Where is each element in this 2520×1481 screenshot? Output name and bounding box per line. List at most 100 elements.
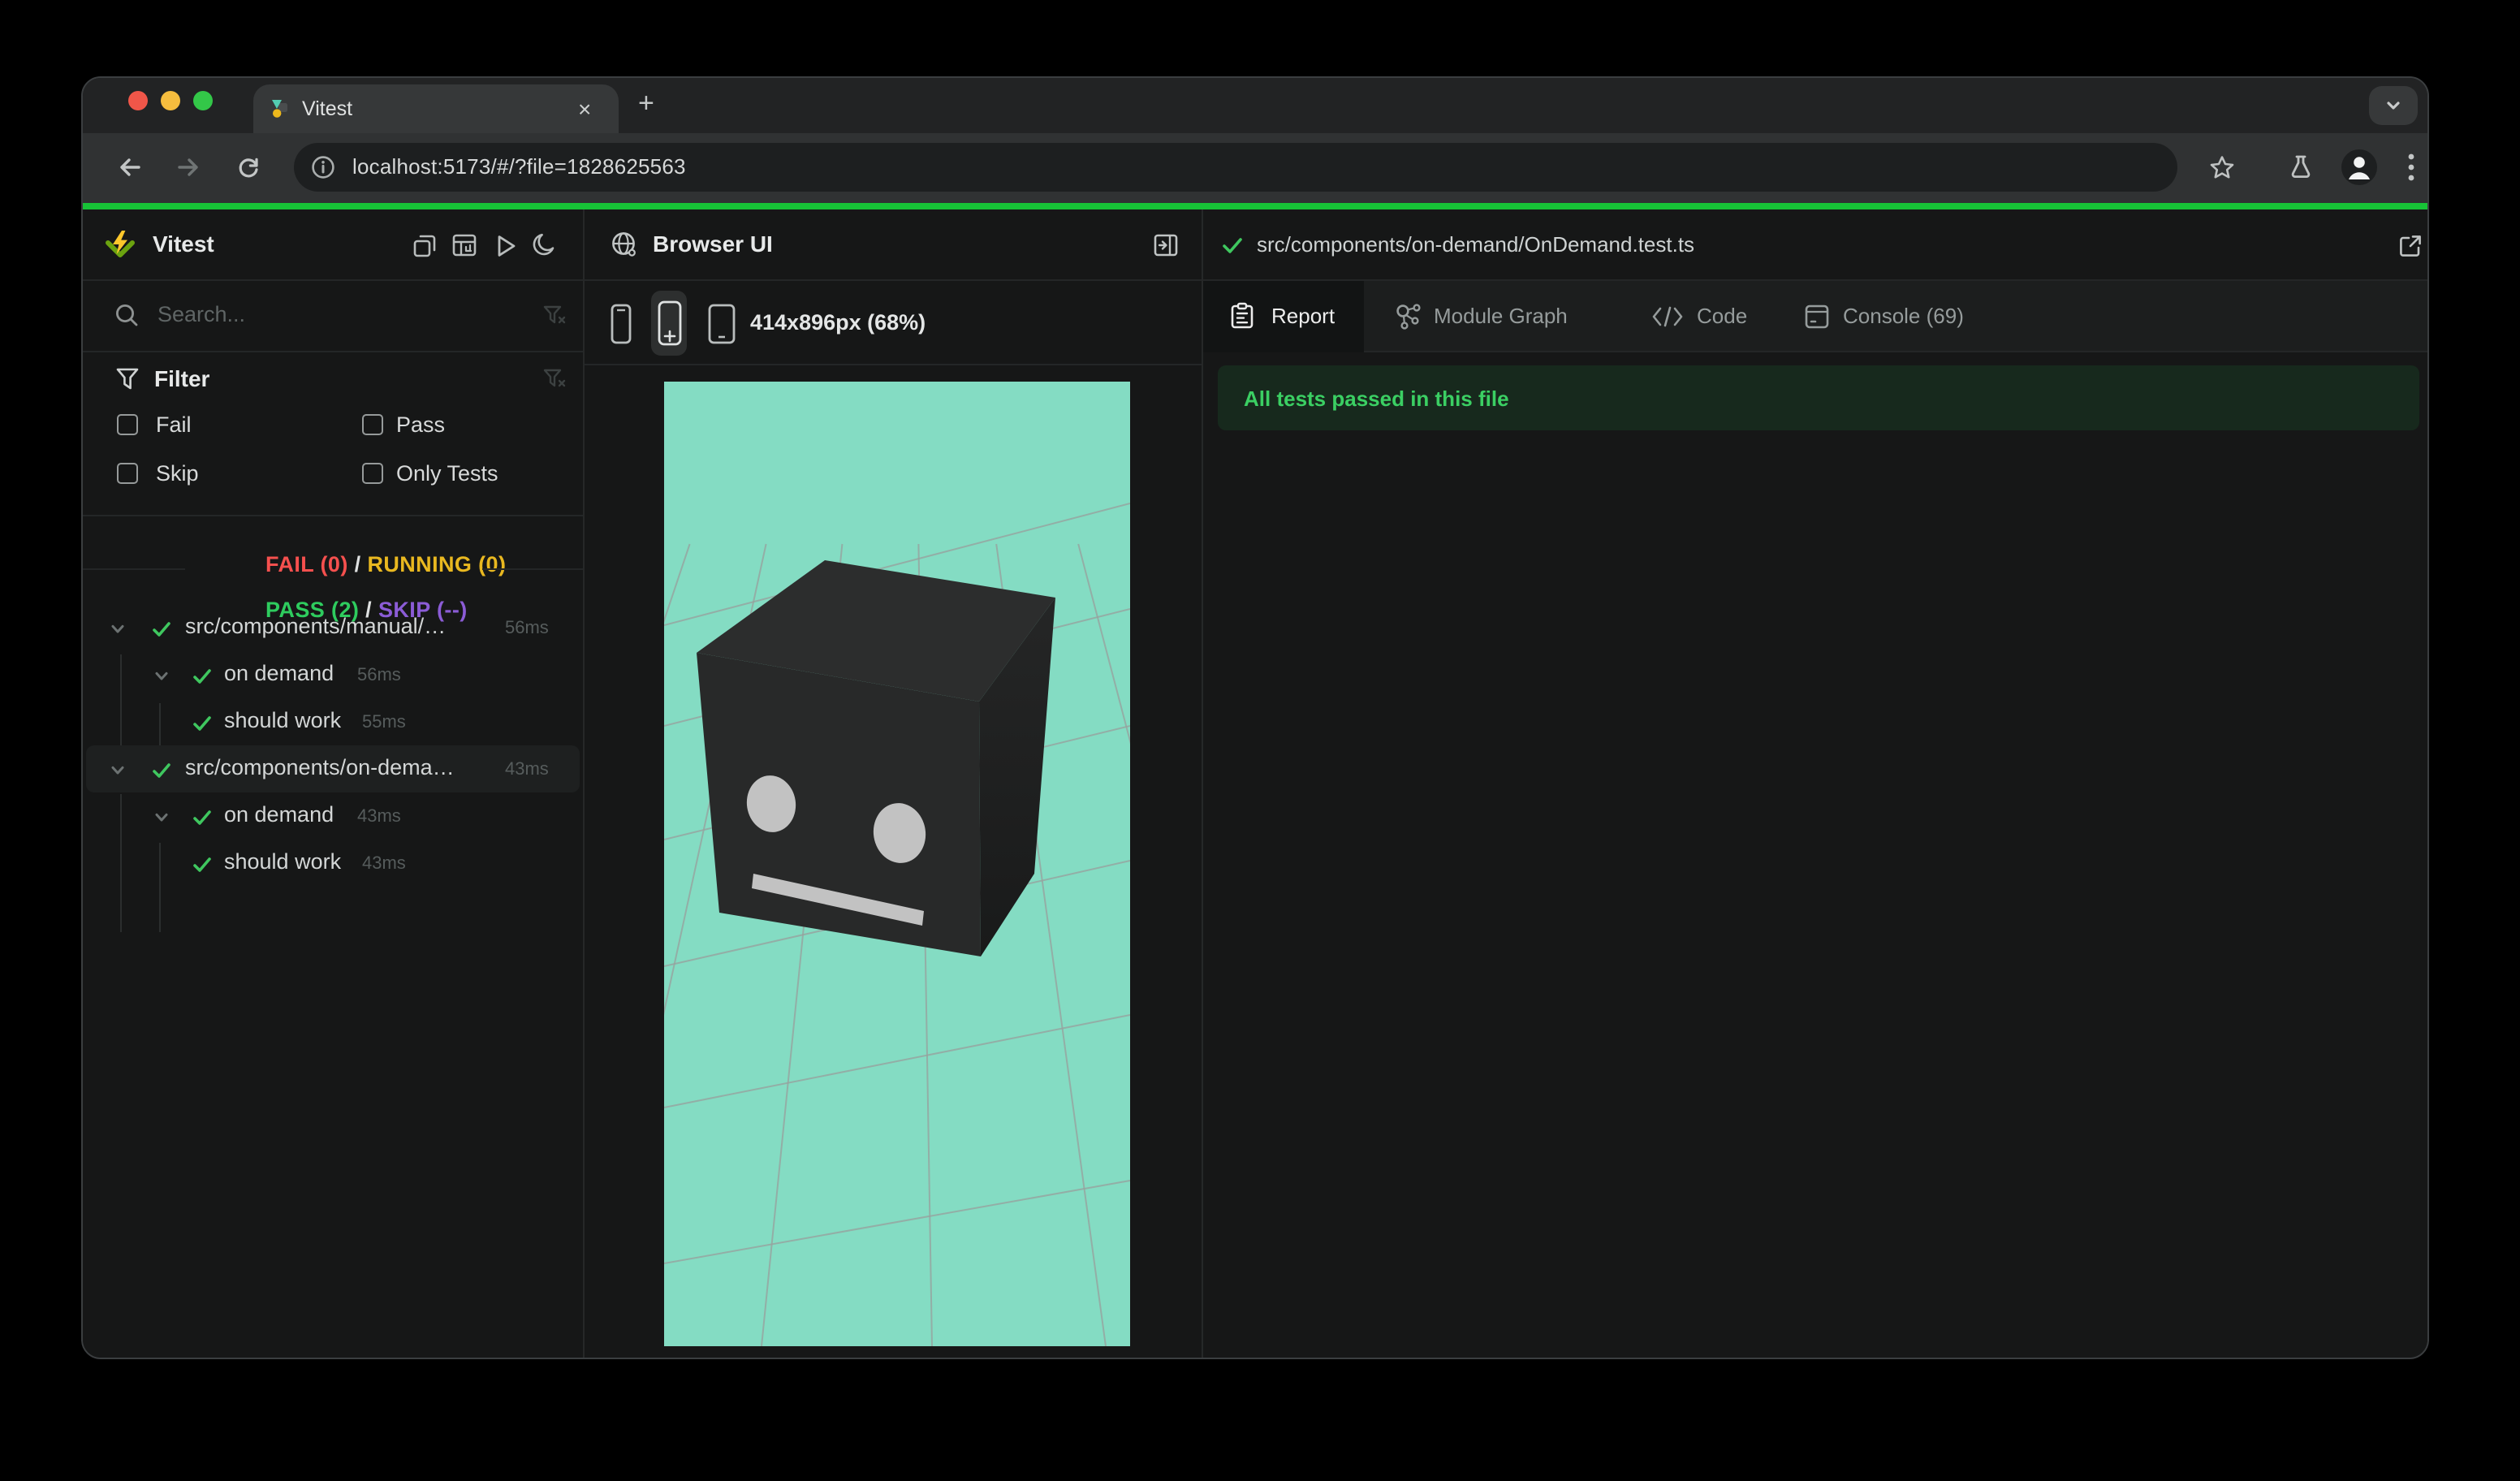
windows-icon[interactable] bbox=[409, 231, 438, 260]
close-window-button[interactable] bbox=[128, 91, 148, 110]
chevron-down-icon[interactable] bbox=[109, 762, 127, 779]
vitest-favicon bbox=[270, 97, 292, 120]
sidebar-header: Vitest bbox=[83, 209, 583, 281]
file-path-header: src/components/on-demand/OnDemand.test.t… bbox=[1203, 209, 2427, 281]
new-tab-button[interactable]: + bbox=[638, 88, 654, 120]
tablet-icon[interactable] bbox=[705, 300, 737, 346]
star-icon bbox=[2209, 155, 2233, 178]
bookmark-button[interactable] bbox=[2203, 149, 2239, 185]
checkbox-only-tests-label[interactable]: Only Tests bbox=[396, 461, 498, 486]
phone-small-icon[interactable] bbox=[607, 299, 633, 348]
dashboard-icon[interactable] bbox=[450, 231, 479, 260]
filter-title: Filter bbox=[154, 365, 210, 391]
tab-code[interactable]: Code bbox=[1651, 281, 1797, 352]
search-input[interactable] bbox=[154, 300, 518, 328]
report-icon bbox=[1229, 302, 1255, 330]
clear-filter-icon[interactable] bbox=[542, 367, 567, 391]
close-tab-icon[interactable]: × bbox=[578, 96, 591, 122]
pass-check-icon bbox=[192, 666, 213, 687]
browser-ui-header: Browser UI bbox=[585, 209, 1202, 281]
vitest-ui-content: Vitest Search... Filter Fail Pass Skip O… bbox=[83, 209, 2427, 1358]
tree-row-suite[interactable]: on demand 43ms bbox=[83, 792, 583, 840]
forward-icon bbox=[178, 158, 198, 176]
tree-row-test[interactable]: should work 43ms bbox=[83, 840, 583, 887]
globe-icon bbox=[611, 231, 638, 258]
external-link-icon bbox=[2399, 235, 2420, 256]
back-icon bbox=[120, 158, 140, 176]
kebab-menu-icon bbox=[2408, 153, 2414, 181]
search-bar[interactable] bbox=[83, 281, 583, 352]
forward-button[interactable] bbox=[170, 149, 206, 185]
sidebar: Vitest Search... Filter Fail Pass Skip O… bbox=[83, 209, 583, 1358]
pass-check-icon bbox=[192, 713, 213, 734]
tree-row-suite[interactable]: on demand 56ms bbox=[83, 651, 583, 698]
pass-check-icon bbox=[192, 807, 213, 828]
filter-section: Filter Fail Pass Skip Only Tests bbox=[83, 365, 583, 515]
threejs-scene bbox=[664, 503, 1130, 1346]
run-all-icon[interactable] bbox=[490, 231, 520, 260]
divider bbox=[83, 568, 185, 570]
dark-mode-icon[interactable] bbox=[529, 231, 559, 260]
app-viewport[interactable] bbox=[664, 382, 1130, 1346]
tab-search-button[interactable] bbox=[2369, 86, 2418, 125]
browser-ui-panel: Browser UI 414x896px (68%) bbox=[585, 209, 1202, 1358]
open-external-button[interactable] bbox=[2395, 231, 2424, 260]
browser-tab-vitest[interactable]: Vitest × bbox=[253, 84, 619, 133]
divider bbox=[482, 568, 583, 570]
browser-window: Vitest × + localhost:5173/#/?file=182862… bbox=[81, 76, 2429, 1359]
banner-text: All tests passed in this file bbox=[1244, 386, 1509, 411]
viewport-dimensions[interactable]: 414x896px (68%) bbox=[750, 310, 926, 335]
chevron-down-icon bbox=[2384, 96, 2403, 115]
phone-add-icon bbox=[657, 300, 681, 346]
experiments-button[interactable] bbox=[2283, 149, 2319, 185]
checkbox-pass[interactable] bbox=[362, 414, 383, 435]
profile-button[interactable] bbox=[2340, 148, 2379, 187]
tree-row-file-selected[interactable]: src/components/on-dema… 43ms bbox=[86, 745, 580, 792]
reload-button[interactable] bbox=[231, 149, 266, 185]
code-icon bbox=[1651, 305, 1684, 328]
browser-menu-button[interactable] bbox=[2395, 149, 2427, 185]
file-path: src/components/on-demand/OnDemand.test.t… bbox=[1257, 232, 1695, 257]
clear-filter-icon[interactable] bbox=[542, 304, 567, 328]
url-text[interactable]: localhost:5173/#/?file=1828625563 bbox=[352, 154, 686, 179]
chevron-down-icon[interactable] bbox=[153, 667, 170, 685]
flask-icon bbox=[2291, 155, 2311, 178]
desktop-background: Vitest × + localhost:5173/#/?file=182862… bbox=[0, 0, 2520, 1481]
device-toolbar: 414x896px (68%) bbox=[585, 281, 1202, 365]
tab-console[interactable]: Console (69) bbox=[1804, 281, 2015, 352]
zoom-window-button[interactable] bbox=[193, 91, 213, 110]
tab-strip: Vitest × + bbox=[83, 78, 2427, 133]
checkbox-skip[interactable] bbox=[117, 463, 138, 484]
tab-report[interactable]: Report bbox=[1203, 281, 1364, 352]
tree-row-file[interactable]: src/components/manual/… 56ms bbox=[83, 606, 583, 651]
console-icon bbox=[1804, 304, 1830, 330]
checkbox-skip-label[interactable]: Skip bbox=[156, 461, 199, 486]
filter-icon bbox=[115, 367, 140, 391]
address-bar[interactable]: localhost:5173/#/?file=1828625563 bbox=[294, 143, 2177, 192]
chevron-down-icon[interactable] bbox=[153, 809, 170, 827]
tree-row-test[interactable]: should work 55ms bbox=[83, 698, 583, 745]
all-tests-passed-banner: All tests passed in this file bbox=[1218, 365, 2419, 430]
device-phone-add-button[interactable] bbox=[651, 291, 687, 356]
dock-panel-icon[interactable] bbox=[1151, 231, 1180, 260]
chevron-down-icon[interactable] bbox=[109, 620, 127, 638]
sidebar-title: Vitest bbox=[153, 231, 214, 257]
checkbox-pass-label[interactable]: Pass bbox=[396, 412, 445, 437]
robot-cube bbox=[697, 560, 1055, 956]
back-button[interactable] bbox=[112, 149, 148, 185]
browser-ui-title: Browser UI bbox=[653, 231, 773, 257]
pass-check-icon bbox=[1221, 234, 1244, 257]
checkbox-fail[interactable] bbox=[117, 414, 138, 435]
detail-tabs: Report Module Graph Code Console (69) bbox=[1203, 281, 2427, 352]
test-tree: src/components/manual/… 56ms on demand 5… bbox=[83, 606, 583, 1288]
info-icon[interactable] bbox=[307, 151, 339, 184]
checkbox-only-tests[interactable] bbox=[362, 463, 383, 484]
pass-check-icon bbox=[151, 619, 172, 640]
test-progress-bar bbox=[83, 203, 2427, 209]
minimize-window-button[interactable] bbox=[161, 91, 180, 110]
pass-check-icon bbox=[192, 854, 213, 875]
browser-toolbar: localhost:5173/#/?file=1828625563 bbox=[83, 133, 2427, 203]
module-graph-icon bbox=[1395, 302, 1422, 330]
checkbox-fail-label[interactable]: Fail bbox=[156, 412, 192, 437]
tab-module-graph[interactable]: Module Graph bbox=[1395, 281, 1622, 352]
